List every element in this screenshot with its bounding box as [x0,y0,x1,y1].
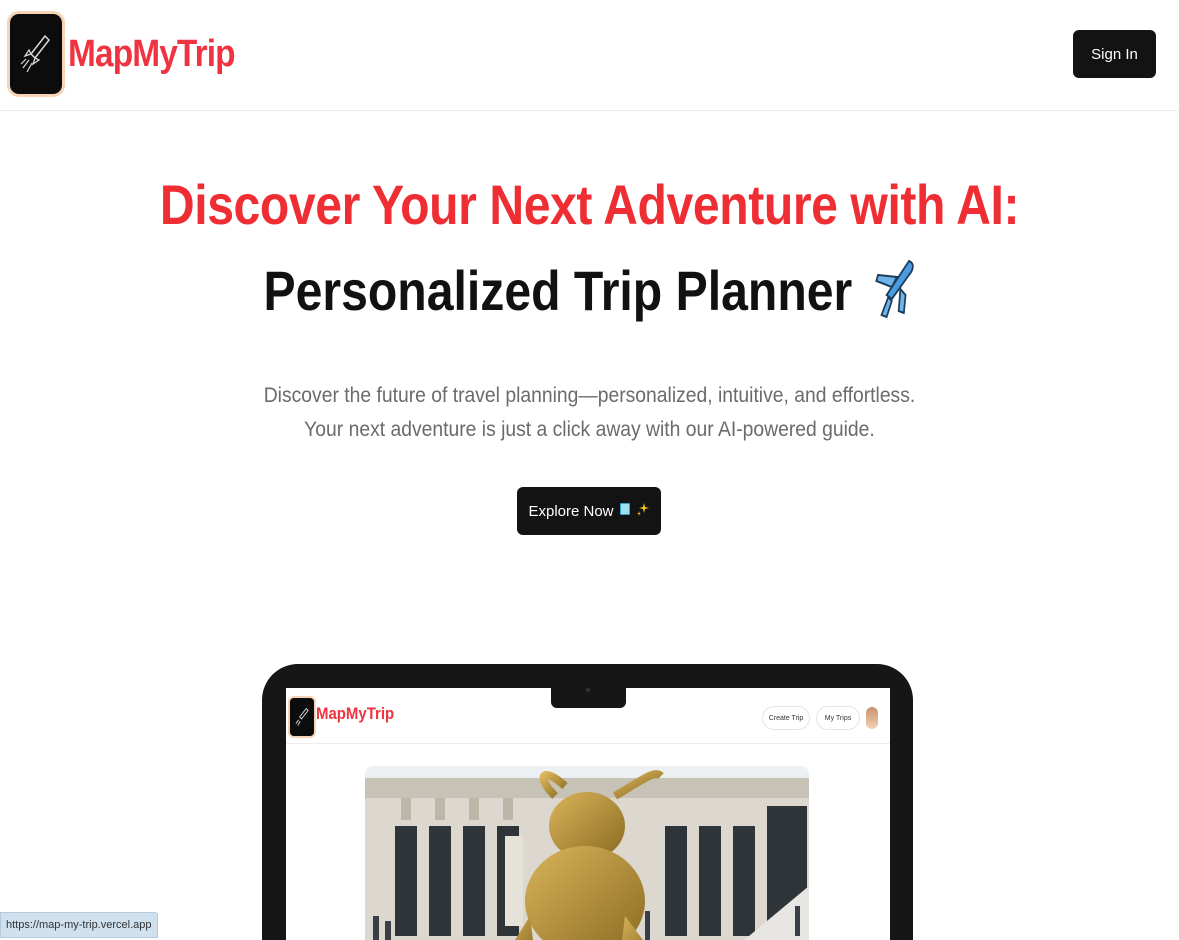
hero-title-line2: Personalized Trip Planner [83,258,1097,332]
hero-subtitle: Discover the future of travel planning—p… [47,379,1132,447]
brand-name: MapMyTrip [68,32,236,75]
status-bar-url: https://map-my-trip.vercel.app [0,912,158,938]
sparkles-icon [636,502,650,520]
explore-now-button[interactable]: Explore Now [517,487,661,535]
rocket-logo-icon [10,14,62,94]
logo-link[interactable]: MapMyTrip [10,14,257,94]
explore-label: Explore Now [528,502,614,520]
camera-icon [586,688,590,692]
hero-title-text: Personalized Trip Planner [263,259,853,322]
hero-subtitle-line1: Discover the future of travel planning—p… [263,384,916,407]
book-icon [618,502,632,520]
site-header: MapMyTrip Sign In [0,0,1179,111]
preview-my-trips-button: My Trips [816,706,860,730]
hero-subtitle-line2: Your next adventure is just a click away… [304,418,875,441]
preview-rocket-logo-icon [290,698,314,736]
laptop-screen: MapMyTrip Create Trip My Trips [286,688,890,940]
preview-avatar [866,707,878,729]
airplane-icon [874,259,915,332]
preview-brand-name: MapMyTrip [316,704,395,723]
preview-create-trip-button: Create Trip [762,706,810,730]
hero-title-line1: Discover Your Next Adventure with AI: [159,173,1020,236]
preview-hero-photo [365,766,809,940]
sign-in-button[interactable]: Sign In [1073,30,1156,78]
